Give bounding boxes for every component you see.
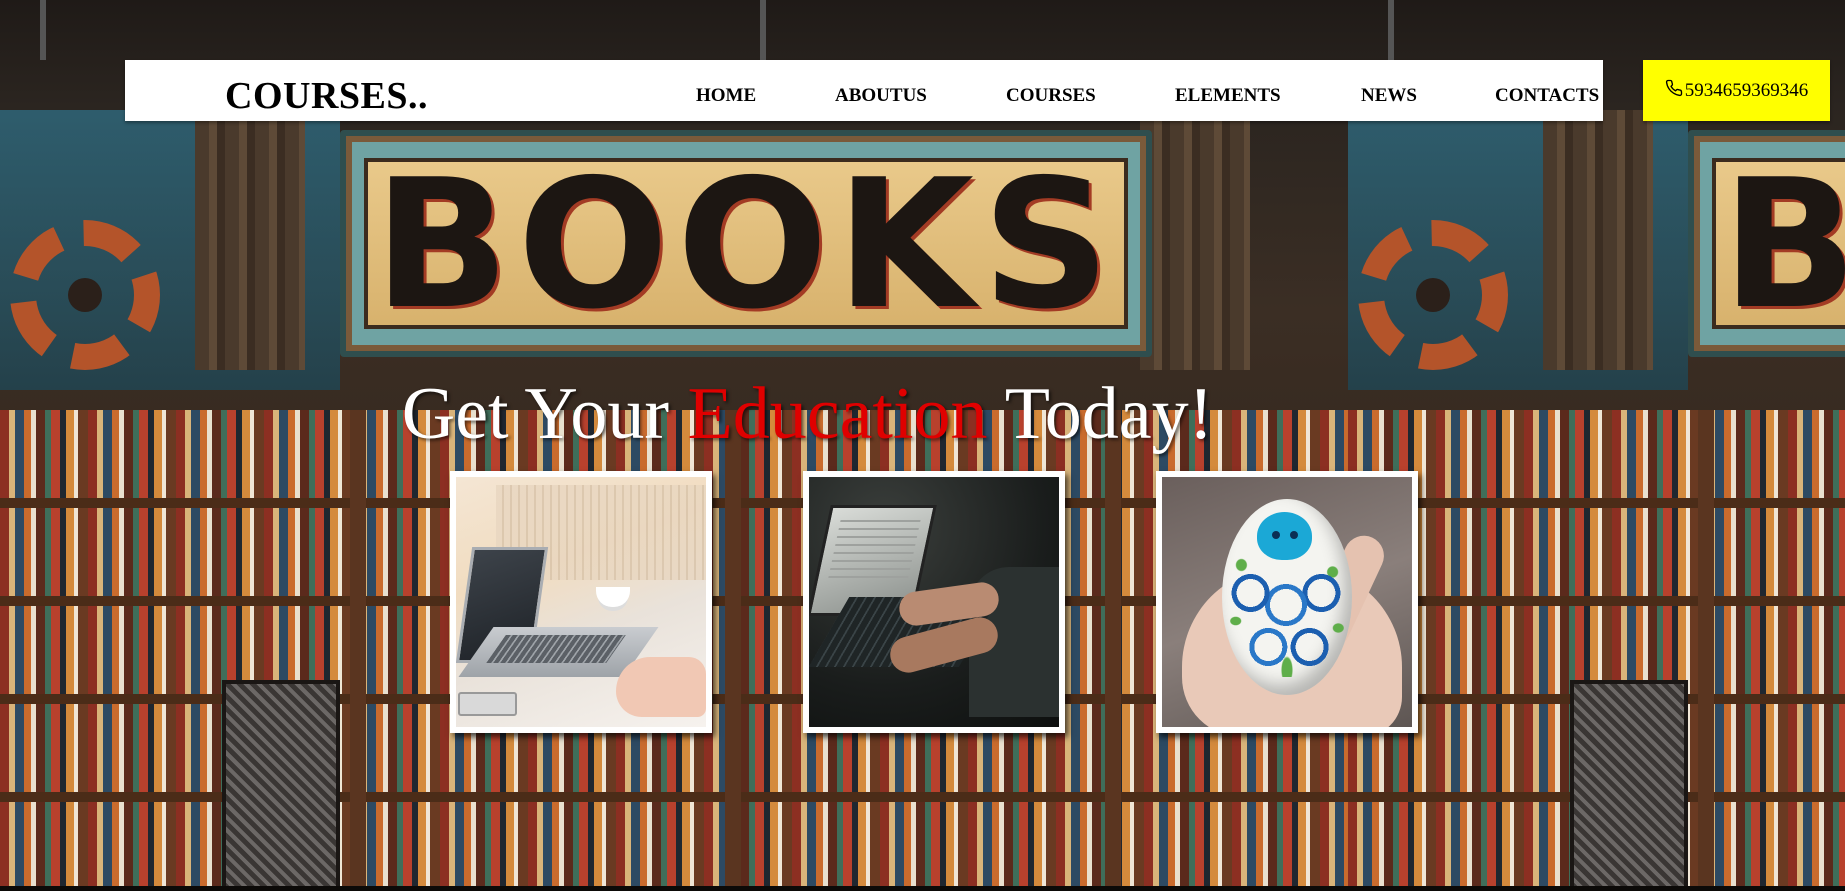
phone-button[interactable]: 5934659369346 [1643, 60, 1830, 121]
course-card-3[interactable] [1156, 471, 1418, 733]
nav-news[interactable]: NEWS [1361, 86, 1417, 106]
gear-decoration [10, 220, 160, 370]
nav-elements[interactable]: ELEMENTS [1175, 86, 1281, 106]
hero-section: Get Your Education Today! [0, 372, 1845, 456]
nav-home[interactable]: HOME [696, 86, 756, 106]
site-logo[interactable]: COURSES.. [225, 77, 428, 115]
course-card-1[interactable] [450, 471, 712, 733]
hero-title-accent: Education [687, 373, 988, 455]
hero-title-suffix: Today! [987, 373, 1214, 455]
page-bottom-edge [0, 886, 1845, 891]
nav-courses[interactable]: COURSES [1006, 86, 1096, 106]
books-sign: BOOKS [1688, 130, 1845, 357]
laptop-desk-photo [456, 477, 706, 727]
nav-contacts[interactable]: CONTACTS [1495, 86, 1599, 106]
nav-aboutus[interactable]: ABOUTUS [835, 86, 927, 106]
phone-number: 5934659369346 [1684, 79, 1809, 101]
books-sign-text: BOOKS [373, 141, 1119, 348]
phone-icon [1665, 79, 1685, 103]
hero-title: Get Your Education Today! [0, 372, 1845, 456]
gear-decoration [1358, 220, 1508, 370]
books-sign-text: BOOKS [1721, 141, 1845, 348]
hero-title-prefix: Get Your [401, 373, 688, 455]
top-navbar: COURSES.. HOME ABOUTUS COURSES ELEMENTS … [125, 60, 1603, 121]
books-sign: BOOKS [340, 130, 1152, 357]
octopus-stone-photo [1162, 477, 1412, 727]
course-card-2[interactable] [803, 471, 1065, 733]
typing-laptop-photo [809, 477, 1059, 727]
